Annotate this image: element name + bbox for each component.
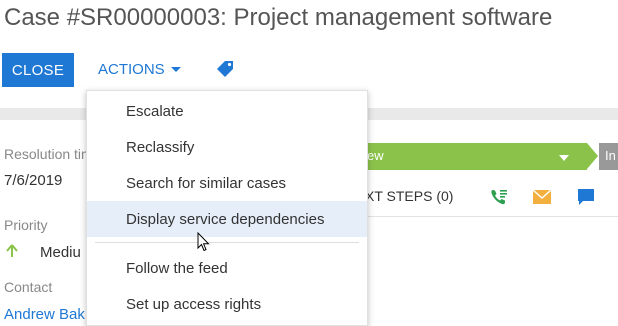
stage-current-label: ew — [367, 148, 384, 163]
close-button[interactable]: CLOSE — [2, 53, 74, 87]
menu-item-reclassify[interactable]: Reclassify — [87, 129, 367, 165]
mail-icon[interactable] — [532, 189, 552, 205]
up-arrow-icon — [5, 243, 19, 259]
menu-item-follow-feed[interactable]: Follow the feed — [87, 250, 367, 286]
menu-item-access-rights[interactable]: Set up access rights — [87, 286, 367, 322]
menu-item-display-service-dependencies[interactable]: Display service dependencies — [87, 201, 367, 237]
actions-button-label: ACTIONS — [98, 61, 165, 78]
stage-arrow — [587, 143, 598, 169]
phone-icon[interactable] — [489, 187, 509, 207]
menu-item-label: Reclassify — [126, 138, 195, 156]
case-progress-panel: ew In XT STEPS (0) — [365, 140, 618, 326]
tab-underline — [365, 216, 618, 217]
menu-item-label: Search for similar cases — [126, 174, 287, 192]
resolution-time-value: 7/6/2019 — [4, 172, 63, 189]
contact-label: Contact — [4, 279, 53, 295]
menu-item-label: Display service dependencies — [126, 210, 325, 228]
chevron-down-icon — [170, 67, 181, 72]
stage-next[interactable]: In — [599, 143, 618, 170]
actions-button[interactable]: ACTIONS — [98, 61, 181, 78]
chat-icon[interactable] — [577, 188, 595, 206]
tab-next-steps[interactable]: XT STEPS (0) — [365, 188, 453, 204]
actions-dropdown-menu: Escalate Reclassify Search for similar c… — [86, 90, 368, 326]
menu-item-escalate[interactable]: Escalate — [87, 93, 367, 129]
menu-item-search-similar-cases[interactable]: Search for similar cases — [87, 165, 367, 201]
priority-label: Priority — [4, 217, 48, 233]
cursor-icon — [197, 231, 211, 252]
priority-value[interactable]: Mediu — [40, 244, 81, 261]
tag-icon[interactable] — [216, 60, 236, 78]
menu-item-label: Set up access rights — [126, 295, 262, 313]
page-title: Case #SR00000003: Project management sof… — [4, 4, 553, 31]
stage-current[interactable]: ew — [365, 143, 587, 170]
chevron-down-icon — [559, 155, 569, 161]
menu-item-label: Follow the feed — [126, 259, 228, 277]
resolution-time-label: Resolution tim — [4, 146, 93, 162]
contact-link[interactable]: Andrew Bak — [4, 306, 85, 323]
stage-next-label: In — [605, 148, 616, 163]
menu-item-label: Escalate — [126, 102, 184, 120]
menu-separator — [95, 242, 359, 243]
